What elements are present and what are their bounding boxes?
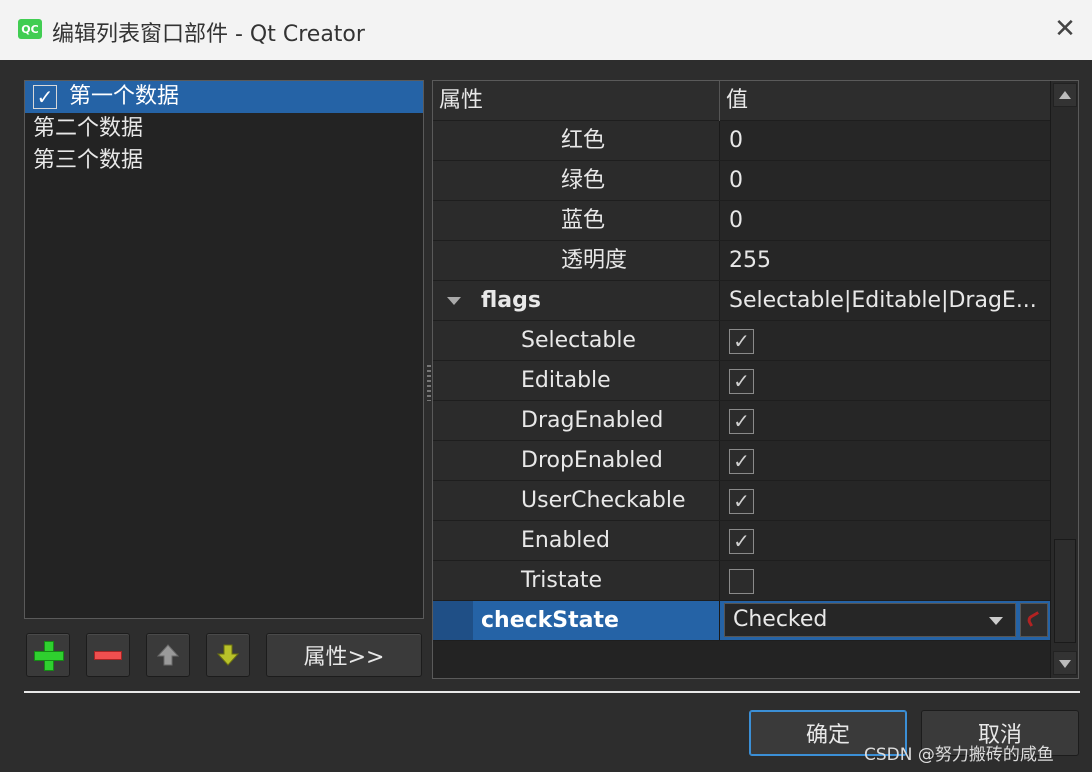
property-row-editable[interactable]: Editable ✓ — [433, 361, 1050, 401]
property-name: Enabled — [433, 521, 719, 560]
property-value: ✓ — [720, 441, 1050, 480]
property-name: 蓝色 — [433, 201, 719, 240]
checkbox-checked[interactable]: ✓ — [729, 369, 754, 394]
scrollbar-thumb[interactable] — [1054, 539, 1076, 643]
move-up-button[interactable] — [146, 633, 190, 677]
reset-icon — [1025, 611, 1043, 627]
close-button[interactable]: ✕ — [1050, 14, 1080, 44]
property-row-red[interactable]: 红色 0 — [433, 121, 1050, 161]
list-item-1[interactable]: ✓ 第一个数据 — [25, 81, 423, 113]
property-value[interactable]: 0 — [720, 201, 1050, 240]
property-row-alpha[interactable]: 透明度 255 — [433, 241, 1050, 281]
property-name: Selectable — [433, 321, 719, 360]
property-value[interactable]: 255 — [720, 241, 1050, 280]
checkbox-checked[interactable]: ✓ — [729, 449, 754, 474]
property-row-selectable[interactable]: Selectable ✓ — [433, 321, 1050, 361]
list-item-label: 第二个数据 — [33, 116, 144, 141]
property-name: Tristate — [433, 561, 719, 600]
plus-icon — [34, 641, 64, 671]
arrow-up-icon — [156, 644, 180, 666]
properties-button-label: 属性>> — [303, 645, 385, 670]
header-property[interactable]: 属性 — [433, 81, 483, 121]
header-value[interactable]: 值 — [720, 81, 748, 121]
property-value[interactable]: 0 — [720, 121, 1050, 160]
property-name: checkState — [433, 601, 719, 640]
property-row-drop-enabled[interactable]: DropEnabled ✓ — [433, 441, 1050, 481]
window-title: 编辑列表窗口部件 - Qt Creator — [52, 22, 365, 47]
property-row-drag-enabled[interactable]: DragEnabled ✓ — [433, 401, 1050, 441]
property-value: ✓ — [720, 361, 1050, 400]
property-value — [720, 561, 1050, 600]
vertical-scrollbar[interactable] — [1050, 81, 1078, 678]
checkbox-checked[interactable]: ✓ — [729, 329, 754, 354]
property-row-enabled[interactable]: Enabled ✓ — [433, 521, 1050, 561]
properties-toggle-button[interactable]: 属性>> — [266, 633, 422, 677]
watermark: CSDN @努力搬砖的咸鱼 — [864, 745, 1054, 765]
checkbox-checked[interactable]: ✓ — [729, 529, 754, 554]
property-value: ✓ — [720, 321, 1050, 360]
move-down-button[interactable] — [206, 633, 250, 677]
horizontal-divider — [24, 691, 1080, 693]
arrow-down-icon — [216, 644, 240, 666]
property-value: ✓ — [720, 521, 1050, 560]
property-value[interactable]: Selectable|Editable|DragE... — [720, 281, 1050, 320]
list-item-2[interactable]: 第二个数据 — [25, 113, 423, 145]
list-item-label: 第一个数据 — [69, 84, 180, 109]
list-item-checkbox[interactable]: ✓ — [33, 85, 57, 109]
property-name: Editable — [433, 361, 719, 400]
chevron-down-icon — [989, 617, 1003, 625]
property-name: flags — [433, 281, 719, 320]
checkbox-unchecked[interactable] — [729, 569, 754, 594]
qt-creator-app-icon: QC — [18, 19, 42, 39]
property-row-green[interactable]: 绿色 0 — [433, 161, 1050, 201]
combobox-current-value: Checked — [733, 607, 828, 632]
property-name: 红色 — [433, 121, 719, 160]
property-table-header: 属性 值 — [433, 81, 1050, 121]
property-name: DropEnabled — [433, 441, 719, 480]
scroll-up-button[interactable] — [1053, 83, 1077, 107]
add-item-button[interactable] — [26, 633, 70, 677]
property-name: 透明度 — [433, 241, 719, 280]
property-value: Checked — [720, 601, 1050, 640]
expand-arrow-icon[interactable] — [447, 297, 461, 305]
splitter-handle[interactable] — [427, 365, 431, 401]
check-state-combobox[interactable]: Checked — [724, 603, 1016, 637]
property-name: 绿色 — [433, 161, 719, 200]
ok-button-label: 确定 — [805, 723, 850, 748]
dialog-body: ✓ 第一个数据 第二个数据 第三个数据 属性>> 属性 值 红色 0 绿色 0 … — [0, 60, 1092, 772]
property-name: UserCheckable — [433, 481, 719, 520]
property-value: ✓ — [720, 481, 1050, 520]
property-row-user-checkable[interactable]: UserCheckable ✓ — [433, 481, 1050, 521]
minus-icon — [94, 650, 122, 660]
item-list[interactable]: ✓ 第一个数据 第二个数据 第三个数据 — [24, 80, 424, 619]
close-icon: ✕ — [1054, 14, 1076, 44]
list-item-label: 第三个数据 — [33, 148, 144, 173]
property-row-check-state[interactable]: checkState Checked — [433, 601, 1050, 641]
property-name: DragEnabled — [433, 401, 719, 440]
tree-branch-indicator — [433, 601, 473, 640]
property-row-blue[interactable]: 蓝色 0 — [433, 201, 1050, 241]
list-item-3[interactable]: 第三个数据 — [25, 145, 423, 177]
property-row-tristate[interactable]: Tristate — [433, 561, 1050, 601]
property-row-flags[interactable]: flags Selectable|Editable|DragE... — [433, 281, 1050, 321]
checkbox-checked[interactable]: ✓ — [729, 489, 754, 514]
checkbox-checked[interactable]: ✓ — [729, 409, 754, 434]
scroll-down-button[interactable] — [1053, 651, 1077, 675]
property-value[interactable]: 0 — [720, 161, 1050, 200]
reset-property-button[interactable] — [1020, 603, 1048, 637]
title-bar: QC 编辑列表窗口部件 - Qt Creator ✕ — [0, 0, 1092, 60]
property-value: ✓ — [720, 401, 1050, 440]
property-editor[interactable]: 属性 值 红色 0 绿色 0 蓝色 0 透明度 255 flags Select… — [432, 80, 1079, 679]
remove-item-button[interactable] — [86, 633, 130, 677]
